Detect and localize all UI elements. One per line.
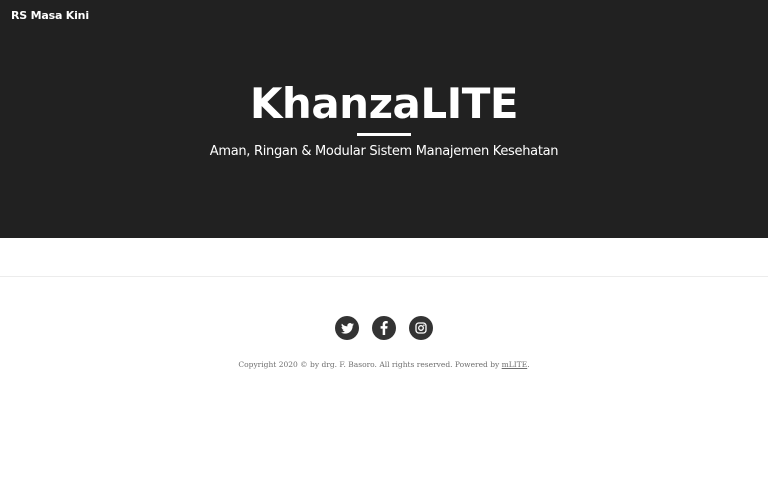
- hero-section: RS Masa Kini KhanzaLITE Aman, Ringan & M…: [0, 0, 768, 238]
- instagram-button[interactable]: [409, 316, 433, 340]
- facebook-icon: [380, 321, 388, 335]
- page-title: KhanzaLITE: [249, 79, 519, 128]
- hero-subtitle: Aman, Ringan & Modular Sistem Manajemen …: [209, 144, 559, 159]
- twitter-icon: [340, 322, 354, 334]
- title-divider: [357, 133, 411, 136]
- twitter-button[interactable]: [335, 316, 359, 340]
- copyright-end: .: [527, 360, 530, 369]
- section-divider: [0, 276, 768, 277]
- facebook-button[interactable]: [372, 316, 396, 340]
- mlite-link[interactable]: mLITE: [502, 360, 528, 369]
- instagram-icon: [415, 322, 427, 334]
- copyright-label: Copyright 2020 © by drg. F. Basoro. All …: [238, 360, 502, 369]
- social-links: [0, 316, 768, 340]
- brand-link[interactable]: RS Masa Kini: [11, 9, 89, 22]
- copyright-text: Copyright 2020 © by drg. F. Basoro. All …: [0, 359, 768, 370]
